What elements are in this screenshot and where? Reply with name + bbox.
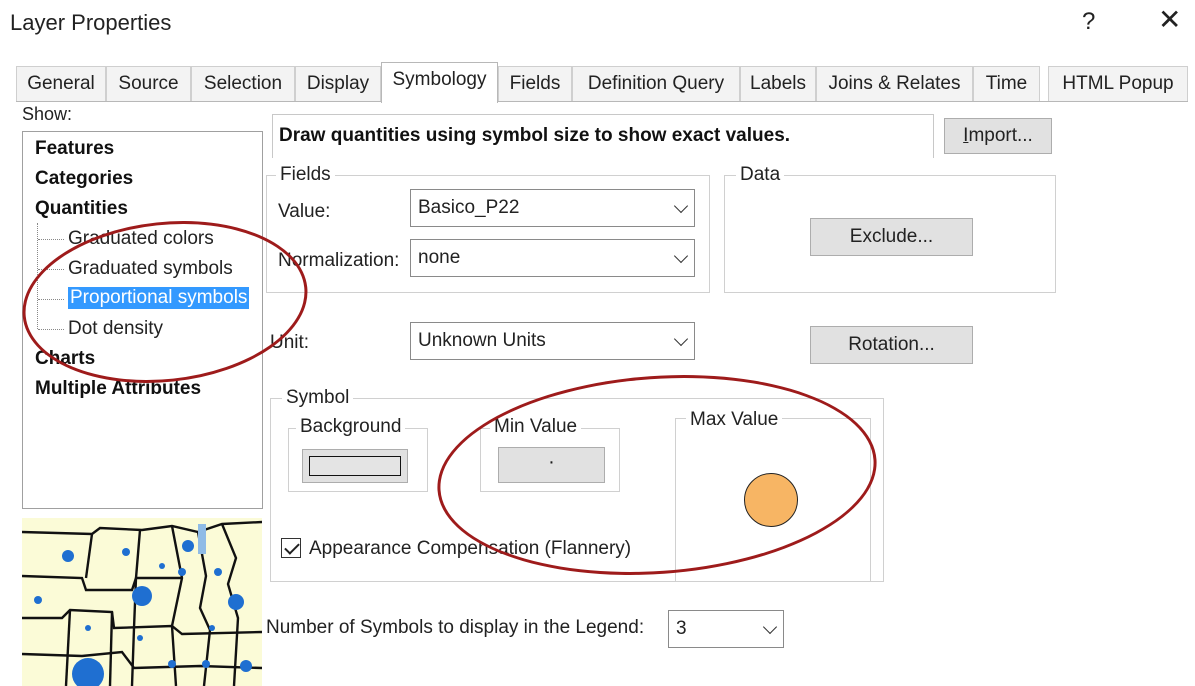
- normalization-dropdown[interactable]: none: [410, 239, 695, 277]
- unit-dropdown[interactable]: Unknown Units: [410, 322, 695, 360]
- chevron-down-icon: [673, 248, 689, 264]
- chevron-down-icon: [673, 331, 689, 347]
- unit-text: Unknown Units: [418, 330, 546, 351]
- tree-item-features[interactable]: Features: [35, 138, 114, 160]
- tab-symbology[interactable]: Symbology: [381, 62, 498, 103]
- window-title: Layer Properties: [10, 10, 172, 35]
- unit-label: Unit:: [270, 332, 310, 353]
- normalization-label: Normalization:: [278, 250, 400, 271]
- tree-item-dot-density[interactable]: Dot density: [68, 318, 163, 340]
- tree-connector: [38, 299, 64, 300]
- import-button-mnemonic: Import...: [963, 125, 1033, 146]
- rotation-button[interactable]: Rotation...: [810, 326, 973, 364]
- tab-source[interactable]: Source: [106, 66, 191, 102]
- tab-labels[interactable]: Labels: [740, 66, 816, 102]
- normalization-text: none: [418, 247, 461, 268]
- max-value-symbol[interactable]: [744, 473, 798, 527]
- appearance-compensation-checkbox[interactable]: [281, 538, 301, 558]
- background-label: Background: [296, 416, 406, 438]
- tab-joins-relates[interactable]: Joins & Relates: [816, 66, 973, 102]
- data-group-label: Data: [736, 164, 785, 186]
- tab-fields[interactable]: Fields: [498, 66, 572, 102]
- legend-count-text: 3: [676, 618, 687, 639]
- chevron-down-icon: [673, 198, 689, 214]
- close-button[interactable]: ✕: [1158, 6, 1181, 34]
- tab-time[interactable]: Time: [973, 66, 1040, 102]
- tree-connector: [38, 329, 64, 330]
- legend-count-dropdown[interactable]: 3: [668, 610, 784, 648]
- tree-item-quantities[interactable]: Quantities: [35, 198, 128, 220]
- tree-connector: [38, 239, 64, 240]
- symbol-group-label: Symbol: [282, 387, 354, 409]
- renderer-tree[interactable]: Features Categories Quantities Graduated…: [22, 131, 263, 509]
- value-field-dropdown[interactable]: Basico_P22: [410, 189, 695, 227]
- chevron-down-icon: [762, 619, 778, 635]
- renderer-description: Draw quantities using symbol size to sho…: [272, 114, 934, 158]
- tab-strip: General Source Selection Display Symbolo…: [16, 62, 1188, 103]
- tab-divider: [16, 101, 1188, 102]
- tree-item-charts[interactable]: Charts: [35, 348, 95, 370]
- max-value-label: Max Value: [686, 409, 783, 431]
- value-label: Value:: [278, 201, 331, 222]
- min-value-symbol-button[interactable]: ·: [498, 447, 605, 483]
- map-preview-image: [22, 518, 262, 686]
- fields-group-label: Fields: [276, 164, 335, 186]
- legend-count-label: Number of Symbols to display in the Lege…: [266, 617, 645, 638]
- tab-definition-query[interactable]: Definition Query: [572, 66, 740, 102]
- appearance-compensation-label: Appearance Compensation (Flannery): [309, 538, 632, 559]
- show-label: Show:: [22, 104, 73, 124]
- tree-item-categories[interactable]: Categories: [35, 168, 133, 190]
- tree-item-graduated-colors[interactable]: Graduated colors: [68, 228, 214, 250]
- tree-connector: [38, 269, 64, 270]
- tab-html-popup[interactable]: HTML Popup: [1048, 66, 1188, 102]
- tree-item-graduated-symbols[interactable]: Graduated symbols: [68, 258, 233, 280]
- import-button[interactable]: Import...: [944, 118, 1052, 154]
- map-preview: [22, 518, 262, 686]
- help-button[interactable]: ?: [1082, 8, 1095, 36]
- exclude-button[interactable]: Exclude...: [810, 218, 973, 256]
- tab-display[interactable]: Display: [295, 66, 381, 102]
- background-symbol-button[interactable]: [302, 449, 408, 483]
- min-value-label: Min Value: [490, 416, 582, 438]
- background-swatch: [309, 456, 401, 476]
- tree-item-multiple-attributes[interactable]: Multiple Attributes: [35, 378, 201, 400]
- tree-item-proportional-symbols[interactable]: Proportional symbols: [68, 287, 250, 309]
- tab-selection[interactable]: Selection: [191, 66, 295, 102]
- tab-general[interactable]: General: [16, 66, 106, 102]
- value-field-text: Basico_P22: [418, 197, 520, 218]
